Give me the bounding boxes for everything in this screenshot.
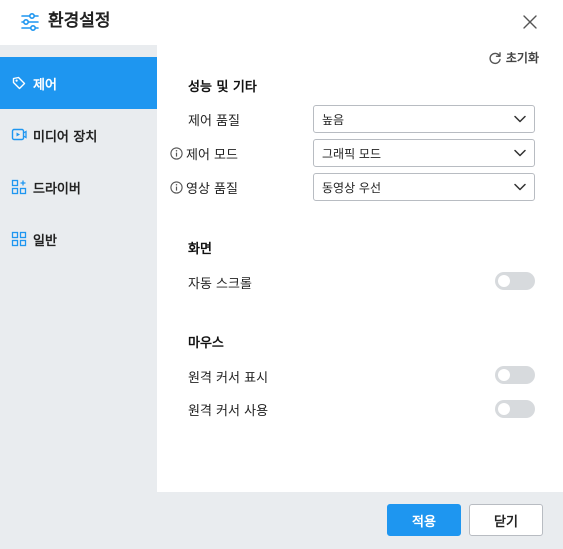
row-label-text: 영상 품질 bbox=[186, 182, 238, 197]
sidebar-item-control[interactable]: 제어 bbox=[0, 57, 157, 109]
window-title: 환경설정 bbox=[48, 11, 111, 31]
row-label-text: 원격 커서 사용 bbox=[188, 404, 269, 419]
dialog-footer: 적용 닫기 bbox=[0, 492, 563, 549]
tag-icon bbox=[12, 76, 26, 90]
show-remote-cursor-label: 원격 커서 표시 bbox=[188, 367, 268, 386]
control-mode-label: 제어 모드 bbox=[170, 144, 238, 163]
sidebar-item-media-device[interactable]: 미디어 장치 bbox=[0, 109, 157, 161]
auto-scroll-toggle[interactable] bbox=[495, 272, 535, 290]
row-label-text: 제어 품질 bbox=[188, 114, 240, 129]
apply-button[interactable]: 적용 bbox=[387, 504, 461, 536]
sidebar-item-driver[interactable]: 드라이버 bbox=[0, 161, 157, 213]
sidebar-item-label: 제어 bbox=[33, 77, 57, 93]
sidebar-item-label: 드라이버 bbox=[33, 181, 81, 197]
section-title-performance: 성능 및 기타 bbox=[188, 80, 257, 95]
row-label-text: 원격 커서 표시 bbox=[188, 371, 269, 386]
use-remote-cursor-toggle[interactable] bbox=[495, 400, 535, 418]
video-quality-select[interactable]: 동영상 우선 bbox=[313, 173, 535, 201]
sidebar-item-general[interactable]: 일반 bbox=[0, 213, 157, 265]
use-remote-cursor-label: 원격 커서 사용 bbox=[188, 400, 268, 419]
reset-button[interactable]: 초기화 bbox=[488, 49, 539, 66]
sidebar-item-label: 일반 bbox=[33, 233, 57, 249]
info-icon[interactable] bbox=[170, 147, 183, 160]
section-title-screen: 화면 bbox=[188, 242, 212, 257]
reset-label: 초기화 bbox=[505, 51, 539, 65]
select-value: 동영상 우선 bbox=[322, 180, 382, 195]
row-label-text: 제어 모드 bbox=[186, 148, 238, 163]
row-label-text: 자동 스크롤 bbox=[188, 277, 252, 292]
sliders-icon bbox=[21, 12, 39, 32]
auto-scroll-label: 자동 스크롤 bbox=[188, 273, 252, 292]
media-device-icon bbox=[11, 128, 27, 141]
section-title-mouse: 마우스 bbox=[188, 336, 224, 351]
control-quality-select[interactable]: 높음 bbox=[313, 105, 535, 133]
video-quality-label: 영상 품질 bbox=[170, 178, 238, 197]
control-quality-label: 제어 품질 bbox=[188, 110, 240, 129]
show-remote-cursor-toggle[interactable] bbox=[495, 366, 535, 384]
toggle-knob bbox=[498, 403, 510, 415]
general-grid-icon bbox=[11, 231, 27, 247]
sidebar-item-label: 미디어 장치 bbox=[33, 129, 98, 145]
info-icon[interactable] bbox=[170, 181, 183, 194]
select-value: 높음 bbox=[322, 112, 345, 127]
chevron-down-icon bbox=[514, 183, 526, 191]
settings-panel: 초기화 성능 및 기타 제어 품질 높음 제어 모드 그래픽 모드 영상 품질 … bbox=[157, 45, 563, 492]
select-value: 그래픽 모드 bbox=[322, 146, 382, 161]
sidebar: 제어 미디어 장치 드라이버 일반 bbox=[0, 45, 157, 492]
chevron-down-icon bbox=[514, 115, 526, 123]
chevron-down-icon bbox=[514, 149, 526, 157]
toggle-knob bbox=[498, 369, 510, 381]
close-icon[interactable] bbox=[520, 12, 540, 32]
toggle-knob bbox=[498, 275, 510, 287]
refresh-icon bbox=[489, 51, 501, 64]
driver-grid-icon bbox=[11, 179, 27, 195]
control-mode-select[interactable]: 그래픽 모드 bbox=[313, 139, 535, 167]
close-button[interactable]: 닫기 bbox=[469, 504, 543, 536]
title-bar: 환경설정 bbox=[0, 0, 563, 45]
